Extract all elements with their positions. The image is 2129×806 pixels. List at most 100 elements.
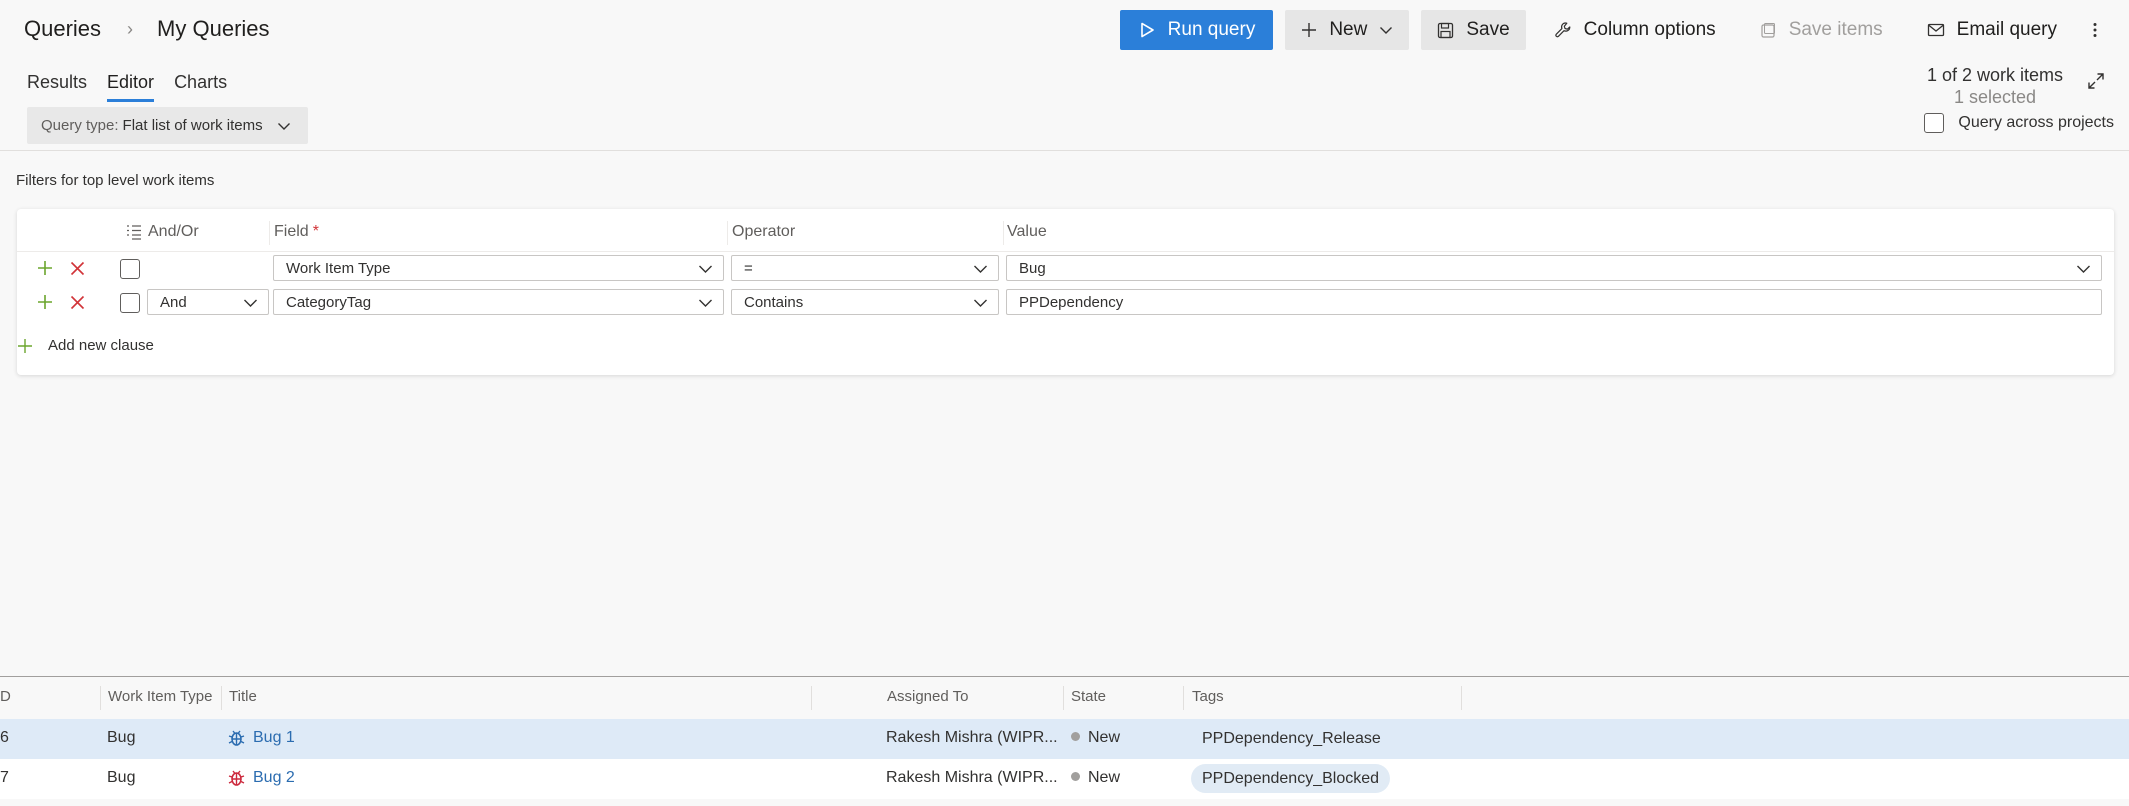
breadcrumb: Queries › My Queries [24, 14, 270, 44]
chevron-down-icon [244, 299, 257, 307]
row-id: 6 [0, 729, 9, 746]
work-item-count: 1 of 2 work items [1926, 65, 2063, 85]
chevron-down-icon [974, 299, 987, 307]
column-separator [811, 686, 812, 710]
add-new-clause-button[interactable]: Add new clause [17, 337, 154, 354]
column-separator [269, 221, 270, 245]
query-across-projects[interactable]: Query across projects [1924, 113, 2114, 133]
remove-clause-row-1-button[interactable] [62, 256, 92, 280]
column-separator [727, 221, 728, 245]
results-grid-divider [0, 676, 2129, 677]
chevron-right-icon: › [127, 18, 134, 39]
row-2-field-value: CategoryTag [286, 293, 372, 311]
column-header-work-item-type[interactable]: Work Item Type [108, 688, 212, 708]
row-state-label: New [1088, 769, 1121, 786]
row-2-andor-dropdown[interactable]: And [147, 289, 269, 315]
row-state: New [1071, 729, 1120, 747]
email-query-button[interactable]: Email query [1911, 10, 2073, 50]
more-vertical-icon [2093, 23, 2097, 37]
column-options-button[interactable]: Column options [1538, 10, 1732, 50]
row-1-field-value: Work Item Type [286, 259, 391, 277]
mail-icon [1927, 23, 1944, 37]
row-1-field-dropdown[interactable]: Work Item Type [273, 255, 724, 281]
selected-count: 1 selected [1953, 87, 2036, 107]
row-type: Bug [107, 729, 136, 746]
plus-icon [18, 338, 32, 353]
query-type-dropdown[interactable]: Query type: Flat list of work items [27, 107, 308, 144]
chevron-down-icon [277, 122, 290, 130]
tab-editor[interactable]: Editor [107, 72, 155, 102]
column-header-tags[interactable]: Tags [1192, 688, 1224, 708]
header-field-label: Field [274, 223, 309, 240]
plus-icon [38, 261, 52, 275]
results-summary: 1 of 2 work items 1 selected [1927, 64, 2063, 108]
save-items-label: Save items [1788, 19, 1883, 40]
row-1-checkbox[interactable] [120, 259, 140, 279]
email-query-label: Email query [1956, 19, 2057, 40]
row-title-link[interactable]: Bug 2 [253, 769, 295, 787]
row-1-value-dropdown[interactable]: Bug [1006, 255, 2102, 281]
query-type-label: Query type: [41, 117, 119, 134]
tab-bar: Results Editor Charts [27, 72, 247, 102]
chevron-down-icon [2077, 265, 2090, 273]
close-icon [70, 295, 84, 309]
new-button[interactable]: New [1285, 10, 1410, 50]
run-query-button[interactable]: Run query [1119, 10, 1274, 50]
state-dot-icon [1071, 732, 1080, 741]
state-dot-icon [1071, 772, 1080, 781]
column-list-icon[interactable] [125, 223, 143, 241]
header-operator: Operator [732, 223, 796, 240]
expand-icon[interactable] [2087, 72, 2105, 95]
plus-icon [1302, 23, 1317, 37]
breadcrumb-my-queries[interactable]: My Queries [157, 16, 269, 42]
filter-card: And/Or Field * Operator Value Work Item … [17, 209, 2114, 375]
column-header-assigned-to[interactable]: Assigned To [887, 688, 968, 708]
save-button[interactable]: Save [1421, 10, 1526, 50]
add-clause-row-1-button[interactable] [30, 256, 60, 280]
column-separator [1063, 686, 1064, 710]
table-row[interactable]: 6 Bug Bug 1 Rakesh Mishra (WIPR... New P… [0, 719, 2129, 759]
column-separator [1461, 686, 1462, 710]
column-separator [221, 686, 222, 710]
chevron-down-icon [699, 265, 712, 273]
row-2-operator-value: Contains [744, 293, 804, 311]
save-icon [1438, 22, 1454, 38]
divider [0, 150, 2129, 151]
row-state-label: New [1088, 729, 1121, 746]
wrench-icon [1554, 22, 1571, 38]
row-2-operator-dropdown[interactable]: Contains [731, 289, 999, 315]
row-2-value-input[interactable]: PPDependency [1006, 289, 2102, 315]
chevron-down-icon [699, 299, 712, 307]
save-label: Save [1466, 19, 1510, 40]
header-value: Value [1007, 223, 1047, 240]
tag-badge[interactable]: PPDependency_Release [1191, 724, 1392, 753]
tab-charts[interactable]: Charts [174, 72, 227, 102]
row-title-link[interactable]: Bug 1 [253, 729, 295, 747]
table-row[interactable]: 7 Bug Bug 2 Rakesh Mishra (WIPR... New P… [0, 759, 2129, 799]
row-state: New [1071, 769, 1120, 787]
add-clause-row-2-button[interactable] [30, 290, 60, 314]
row-1-operator-value: = [744, 259, 753, 277]
query-type-value: Flat list of work items [122, 117, 263, 134]
column-header-id[interactable]: D [0, 688, 11, 708]
column-header-state[interactable]: State [1071, 688, 1106, 708]
row-1-operator-dropdown[interactable]: = [731, 255, 999, 281]
tag-badge[interactable]: PPDependency_Blocked [1191, 764, 1391, 793]
bug-icon [228, 770, 245, 786]
breadcrumb-queries[interactable]: Queries [24, 16, 101, 42]
row-2-field-dropdown[interactable]: CategoryTag [273, 289, 724, 315]
tab-results[interactable]: Results [27, 72, 87, 102]
plus-icon [38, 295, 52, 309]
chevron-down-icon [1380, 27, 1393, 34]
column-options-label: Column options [1583, 19, 1716, 40]
header-field: Field * [274, 221, 319, 243]
close-icon [70, 261, 84, 275]
save-items-button[interactable]: Save items [1744, 10, 1899, 50]
row-2-checkbox[interactable] [120, 293, 140, 313]
row-2-value: PPDependency [1019, 293, 1124, 311]
more-actions-button[interactable] [2085, 10, 2105, 50]
remove-clause-row-2-button[interactable] [62, 290, 92, 314]
new-label: New [1329, 19, 1368, 40]
column-header-title[interactable]: Title [229, 688, 257, 708]
query-across-projects-checkbox[interactable] [1924, 113, 1945, 133]
